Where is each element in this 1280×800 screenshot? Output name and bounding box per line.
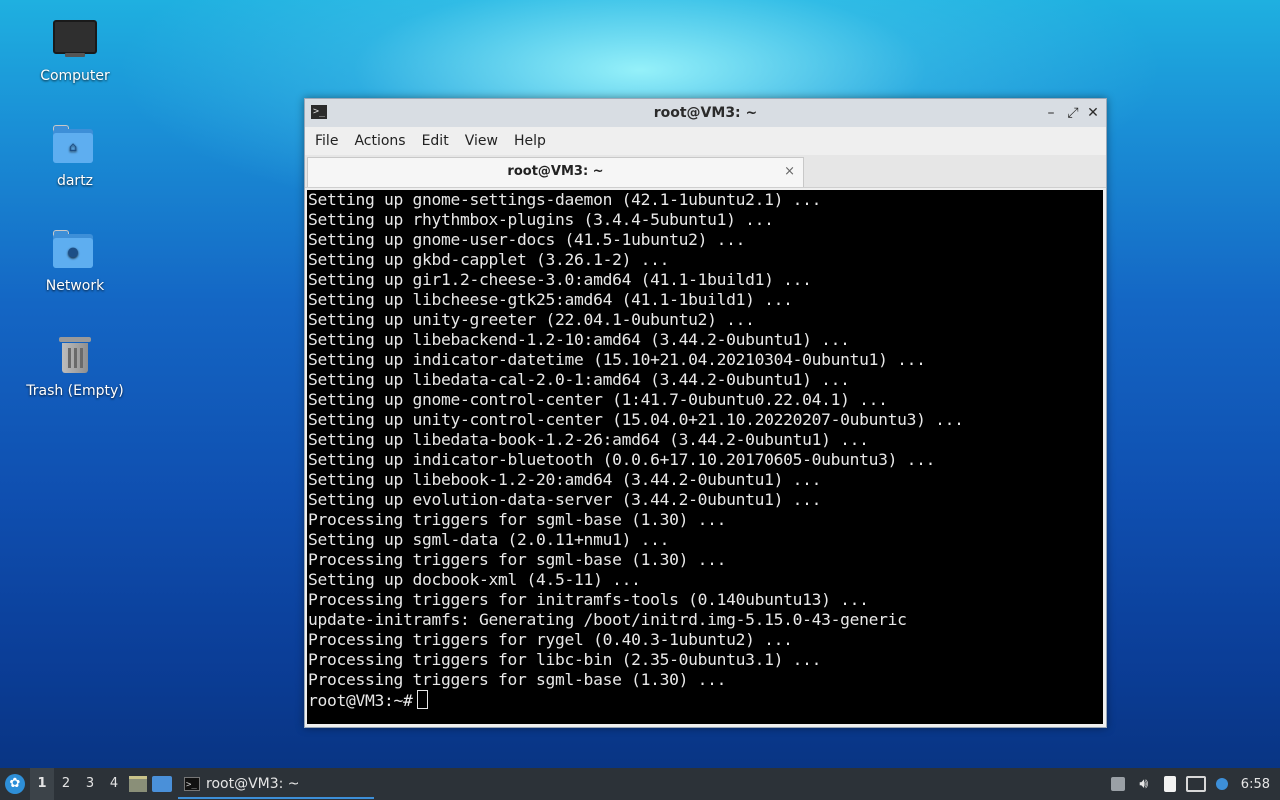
home-folder-icon: ⌂ [51, 121, 99, 169]
workspace-1[interactable]: 1 [30, 768, 54, 800]
terminal-line: Setting up evolution-data-server (3.44.2… [308, 490, 822, 509]
menu-file[interactable]: File [307, 127, 346, 155]
terminal-line: Setting up gnome-user-docs (41.5-1ubuntu… [308, 230, 746, 249]
terminal-line: Setting up indicator-bluetooth (0.0.6+17… [308, 450, 936, 469]
desktop-icon-trash[interactable]: Trash (Empty) [18, 331, 132, 399]
terminal-line: Setting up gir1.2-cheese-3.0:amd64 (41.1… [308, 270, 812, 289]
terminal-output[interactable]: Setting up gnome-settings-daemon (42.1-1… [307, 190, 1103, 724]
text-cursor [416, 690, 428, 709]
file-manager-launcher[interactable] [126, 768, 150, 800]
minimize-button[interactable]: – [1042, 103, 1060, 123]
prompt-text: root@VM3:~# [308, 691, 413, 710]
clock[interactable]: 6:58 [1235, 777, 1280, 792]
terminal-line: Processing triggers for sgml-base (1.30)… [308, 510, 727, 529]
menu-help[interactable]: Help [506, 127, 554, 155]
window-title: root@VM3: ~ [653, 105, 758, 121]
workspace-4[interactable]: 4 [102, 768, 126, 800]
taskbar: ✿ 1 2 3 4 >_ root@VM3: ~ 🔊︎ 6:58 [0, 768, 1280, 800]
close-button[interactable]: ✕ [1084, 103, 1102, 123]
terminal-line: Setting up libebackend-1.2-10:amd64 (3.4… [308, 330, 850, 349]
menu-view[interactable]: View [457, 127, 506, 155]
terminal-line: Setting up sgml-data (2.0.11+nmu1) ... [308, 530, 670, 549]
network-folder-icon: ● [51, 226, 99, 274]
desktop-icon-home-folder[interactable]: ⌂ dartz [18, 121, 132, 189]
computer-icon [51, 16, 99, 64]
terminal-line: Processing triggers for sgml-base (1.30)… [308, 550, 727, 569]
network-icon[interactable] [1183, 768, 1209, 800]
desktop-icon-label: Computer [40, 68, 110, 84]
terminal-window: >_ root@VM3: ~ – ⤢ ✕ File Actions Edit V… [304, 98, 1107, 728]
terminal-line: Setting up libedata-book-1.2-26:amd64 (3… [308, 430, 869, 449]
terminal-line: Setting up unity-greeter (22.04.1-0ubunt… [308, 310, 755, 329]
desktop-icon-label: dartz [56, 173, 94, 189]
active-task-indicator [178, 797, 374, 799]
tab-bar: root@VM3: ~ × [305, 155, 1106, 188]
volume-icon[interactable]: 🔊︎ [1131, 768, 1157, 800]
taskbar-task-terminal[interactable]: >_ root@VM3: ~ [178, 768, 374, 800]
terminal-line: Processing triggers for initramfs-tools … [308, 590, 869, 609]
menu-edit[interactable]: Edit [414, 127, 457, 155]
terminal-line: Setting up gnome-settings-daemon (42.1-1… [308, 190, 822, 209]
terminal-line: Setting up libcheese-gtk25:amd64 (41.1-1… [308, 290, 793, 309]
start-menu-button[interactable]: ✿ [0, 768, 30, 800]
show-desktop-icon [152, 776, 172, 792]
tab-label: root@VM3: ~ [507, 164, 604, 179]
clipboard-icon[interactable] [1157, 768, 1183, 800]
workspace-2[interactable]: 2 [54, 768, 78, 800]
terminal-line: Processing triggers for sgml-base (1.30)… [308, 670, 727, 689]
workspace-3[interactable]: 3 [78, 768, 102, 800]
system-tray: 🔊︎ 6:58 [1105, 768, 1280, 800]
trash-icon [51, 331, 99, 379]
desktop-icon-label: Network [45, 278, 105, 294]
terminal-line: Setting up gkbd-capplet (3.26.1-2) ... [308, 250, 670, 269]
desktop-icon-network[interactable]: ● Network [18, 226, 132, 294]
maximize-button[interactable]: ⤢ [1064, 103, 1082, 123]
terminal-line: Setting up gnome-control-center (1:41.7-… [308, 390, 888, 409]
window-titlebar[interactable]: >_ root@VM3: ~ – ⤢ ✕ [305, 99, 1106, 127]
tab-close-icon[interactable]: × [784, 162, 795, 182]
desktop-icon-label: Trash (Empty) [26, 383, 124, 399]
terminal-line: Setting up unity-control-center (15.04.0… [308, 410, 964, 429]
eject-icon[interactable] [1105, 768, 1131, 800]
terminal-icon: >_ [184, 777, 200, 791]
lubuntu-logo-icon: ✿ [5, 774, 25, 794]
desktop-icon-computer[interactable]: Computer [18, 16, 132, 84]
menu-bar: File Actions Edit View Help [305, 127, 1106, 155]
terminal-line: Setting up indicator-datetime (15.10+21.… [308, 350, 926, 369]
file-manager-icon [129, 776, 147, 792]
terminal-line: Processing triggers for libc-bin (2.35-0… [308, 650, 822, 669]
notification-icon[interactable] [1209, 768, 1235, 800]
terminal-line: Setting up libebook-1.2-20:amd64 (3.44.2… [308, 470, 822, 489]
task-label: root@VM3: ~ [206, 776, 300, 792]
terminal-prompt[interactable]: root@VM3:~# [307, 690, 1103, 711]
terminal-line: update-initramfs: Generating /boot/initr… [308, 610, 907, 629]
menu-actions[interactable]: Actions [346, 127, 413, 155]
terminal-line: Setting up rhythmbox-plugins (3.4.4-5ubu… [308, 210, 774, 229]
tab-terminal[interactable]: root@VM3: ~ × [307, 157, 804, 187]
terminal-line: Processing triggers for rygel (0.40.3-1u… [308, 630, 793, 649]
show-desktop-button[interactable] [150, 768, 174, 800]
terminal-line: Setting up libedata-cal-2.0-1:amd64 (3.4… [308, 370, 850, 389]
terminal-line: Setting up docbook-xml (4.5-11) ... [308, 570, 641, 589]
